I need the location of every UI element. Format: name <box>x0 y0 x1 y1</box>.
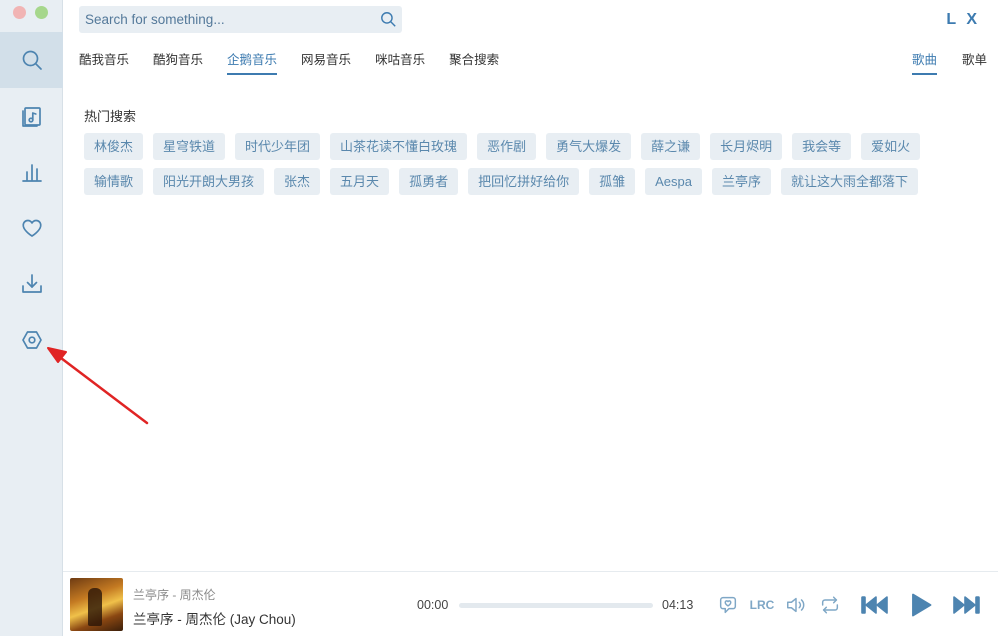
tab-kuwo[interactable]: 酷我音乐 <box>79 52 129 75</box>
sidebar-nav <box>0 32 63 368</box>
nav-item-search[interactable] <box>0 32 63 88</box>
repeat-mode-button[interactable] <box>816 572 844 636</box>
hot-tag[interactable]: 长月烬明 <box>710 133 783 160</box>
search-button[interactable] <box>374 6 402 33</box>
type-tabs: 歌曲 歌单 <box>887 52 987 75</box>
nav-item-leaderboard[interactable] <box>0 144 63 200</box>
hot-tag[interactable]: 孤雏 <box>589 168 636 195</box>
nav-item-favorites[interactable] <box>0 200 63 256</box>
hot-tag[interactable]: Aespa <box>645 168 702 195</box>
hot-tag[interactable]: 孤勇者 <box>399 168 459 195</box>
lyrics-toggle-button[interactable]: LRC <box>749 572 775 636</box>
search-icon <box>380 12 396 27</box>
hot-tag[interactable]: 林俊杰 <box>84 133 144 160</box>
nav-item-settings[interactable] <box>0 312 63 368</box>
play-button[interactable] <box>903 572 937 636</box>
leaderboard-icon <box>21 164 42 182</box>
hot-tag[interactable]: 勇气大爆发 <box>546 133 632 160</box>
search-icon <box>22 50 42 70</box>
repeat-icon <box>821 595 839 614</box>
hot-tag[interactable]: 星穹铁道 <box>153 133 226 160</box>
nav-item-download[interactable] <box>0 256 63 312</box>
hot-tag[interactable]: 我会等 <box>792 133 852 160</box>
hot-tag[interactable]: 阳光开朗大男孩 <box>153 168 265 195</box>
hot-search-title: 热门搜索 <box>84 109 137 124</box>
download-icon <box>21 274 42 293</box>
hot-search-tags: 林俊杰 星穹铁道 时代少年团 山茶花读不懂白玫瑰 恶作剧 勇气大爆发 薛之谦 长… <box>84 133 934 203</box>
tab-songs[interactable]: 歌曲 <box>911 52 937 75</box>
search-bar <box>79 6 402 33</box>
hot-tag[interactable]: 爱如火 <box>861 133 921 160</box>
search-input[interactable] <box>79 6 374 33</box>
sidebar <box>0 0 63 636</box>
hot-tag[interactable]: 薛之谦 <box>641 133 701 160</box>
play-icon <box>912 593 932 616</box>
annotation-arrow <box>47 347 149 425</box>
hot-tag[interactable]: 五月天 <box>330 168 390 195</box>
close-window-button[interactable] <box>13 6 26 19</box>
tab-kugou[interactable]: 酷狗音乐 <box>153 52 203 75</box>
current-time: 00:00 <box>417 598 449 612</box>
hot-tag[interactable]: 张杰 <box>274 168 321 195</box>
music-list-icon <box>21 107 41 127</box>
tab-qq-music[interactable]: 企鹅音乐 <box>227 52 278 75</box>
next-icon <box>953 595 980 614</box>
volume-icon <box>787 597 805 612</box>
hot-tag[interactable]: 兰亭序 <box>711 168 771 195</box>
tab-netease[interactable]: 网易音乐 <box>301 52 351 75</box>
hot-tag[interactable]: 山茶花读不懂白玫瑰 <box>330 133 468 160</box>
hot-tag[interactable]: 恶作剧 <box>477 133 537 160</box>
comment-button[interactable] <box>714 572 742 636</box>
minimize-window-button[interactable] <box>35 6 48 19</box>
tab-playlists[interactable]: 歌单 <box>962 52 987 75</box>
comment-heart-icon <box>719 596 737 613</box>
album-cover[interactable] <box>70 578 123 631</box>
tab-migu[interactable]: 咪咕音乐 <box>375 52 425 75</box>
source-tabs: 酷我音乐 酷狗音乐 企鹅音乐 网易音乐 咪咕音乐 聚合搜索 <box>79 52 523 75</box>
window-controls <box>13 6 48 19</box>
nav-item-song-list[interactable] <box>0 88 63 144</box>
volume-button[interactable] <box>782 572 810 636</box>
hot-tag[interactable]: 把回忆拼好给你 <box>468 168 580 195</box>
now-playing-title: 兰亭序 - 周杰伦 (Jay Chou) <box>133 612 296 627</box>
app-logo: L X <box>946 11 980 28</box>
hot-tag[interactable]: 输情歌 <box>84 168 144 195</box>
next-track-button[interactable] <box>949 572 983 636</box>
hot-tag[interactable]: 就让这大雨全都落下 <box>781 168 919 195</box>
previous-icon <box>861 595 888 614</box>
total-time: 04:13 <box>662 598 694 612</box>
heart-icon <box>21 219 42 237</box>
now-playing-subtitle: 兰亭序 - 周杰伦 <box>133 588 216 602</box>
previous-track-button[interactable] <box>858 572 892 636</box>
player-bar: 兰亭序 - 周杰伦 兰亭序 - 周杰伦 (Jay Chou) 00:00 04:… <box>63 571 998 636</box>
progress-bar[interactable] <box>459 603 653 608</box>
hot-tag[interactable]: 时代少年团 <box>235 133 321 160</box>
tab-aggregate-search[interactable]: 聚合搜索 <box>449 52 499 75</box>
settings-icon <box>21 331 42 349</box>
